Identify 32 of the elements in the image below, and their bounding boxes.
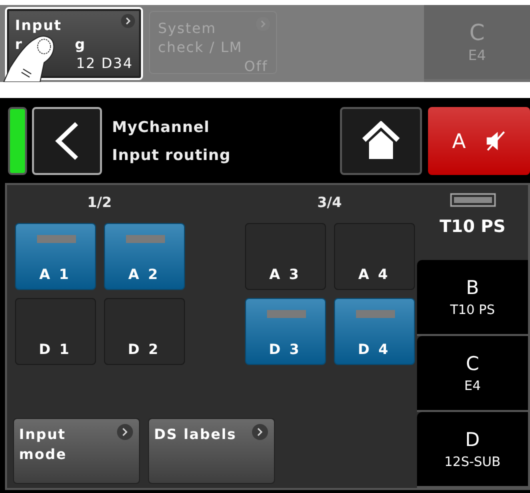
back-icon xyxy=(54,120,80,162)
menu-button[interactable]: Input r g 12 D34 xyxy=(5,7,143,80)
chevron-icon xyxy=(121,14,135,28)
channel-tab[interactable]: B T10 PS xyxy=(417,260,528,336)
input-toggle[interactable]: D 1 xyxy=(14,298,96,365)
speaker-name: T10 PS xyxy=(440,217,506,237)
chevron-icon xyxy=(252,424,268,440)
page-title: Input routing xyxy=(112,146,232,164)
indicator-bar xyxy=(36,235,76,243)
input-toggle[interactable]: A 1 xyxy=(14,223,96,290)
menu-button[interactable]: DS labels xyxy=(148,418,275,484)
indicator-bar xyxy=(356,310,394,318)
indicator-bar xyxy=(266,310,306,318)
chevron-icon xyxy=(117,424,133,440)
input-toggle[interactable]: A 2 xyxy=(104,223,184,290)
input-toggle[interactable]: D 4 xyxy=(334,298,414,365)
input-toggle[interactable]: A 4 xyxy=(334,223,414,290)
menu-button[interactable]: Input mode xyxy=(13,418,140,484)
group-label: 3/4 xyxy=(317,195,342,211)
input-toggle[interactable]: D 3 xyxy=(244,298,326,365)
device-icon xyxy=(450,193,496,207)
group-label: 1/2 xyxy=(87,195,112,211)
home-button[interactable] xyxy=(340,106,422,174)
channel-tab[interactable]: D 12S-SUB xyxy=(417,412,528,488)
indicator-bar xyxy=(126,235,164,243)
input-toggle[interactable]: D 2 xyxy=(104,298,184,365)
channel-title: MyChannel xyxy=(112,118,211,136)
channel-tab[interactable]: C E4 xyxy=(417,336,528,412)
back-button[interactable] xyxy=(32,106,102,174)
input-toggle[interactable]: A 3 xyxy=(244,223,326,290)
mute-button[interactable]: A xyxy=(428,106,530,174)
home-icon xyxy=(361,120,401,160)
